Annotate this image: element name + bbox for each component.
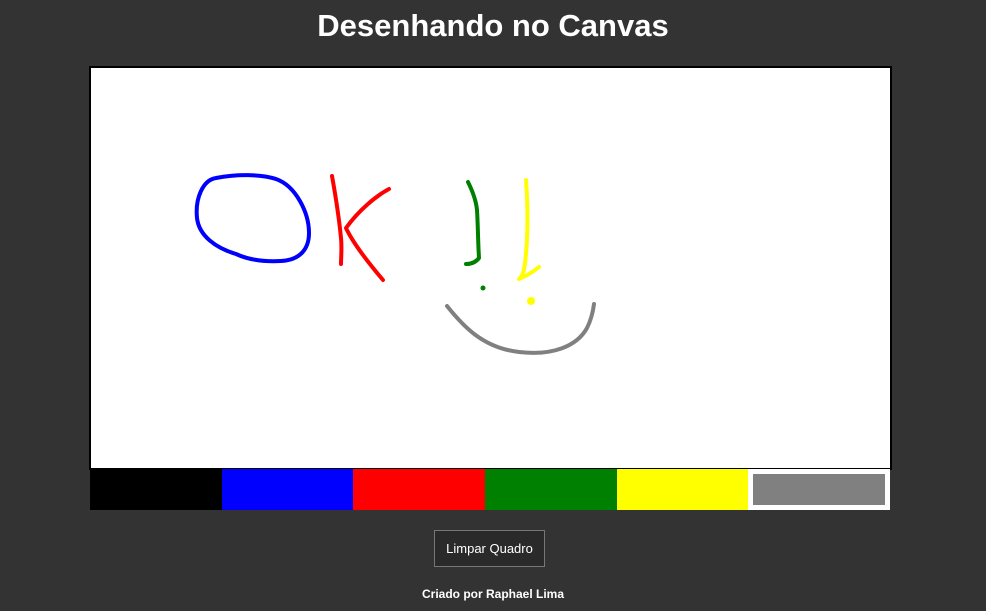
stroke-letter-k-arms — [344, 187, 391, 282]
stroke-letter-o — [194, 173, 311, 264]
stroke-exclamation-green-dot — [480, 285, 486, 291]
clear-board-button[interactable]: Limpar Quadro — [434, 530, 545, 567]
color-swatch-black[interactable] — [90, 469, 222, 510]
color-swatch-yellow[interactable] — [616, 469, 749, 510]
footer-credit: Criado por Raphael Lima — [421, 587, 565, 601]
stroke-letter-k-stem — [330, 174, 344, 266]
color-swatch-green[interactable] — [485, 469, 617, 510]
color-swatch-red[interactable] — [353, 469, 486, 510]
stroke-exclamation-yellow-dot — [527, 297, 535, 305]
stroke-exclamation-green-line — [464, 180, 481, 266]
drawing-canvas[interactable] — [89, 66, 892, 470]
canvas-drawing-surface[interactable] — [91, 68, 890, 468]
color-swatch-gray[interactable] — [748, 469, 891, 510]
color-palette — [90, 469, 891, 510]
stroke-smile — [445, 302, 596, 355]
stroke-exclamation-yellow-line — [517, 178, 541, 281]
page-title: Desenhando no Canvas — [317, 8, 669, 43]
color-swatch-blue[interactable] — [221, 469, 354, 510]
